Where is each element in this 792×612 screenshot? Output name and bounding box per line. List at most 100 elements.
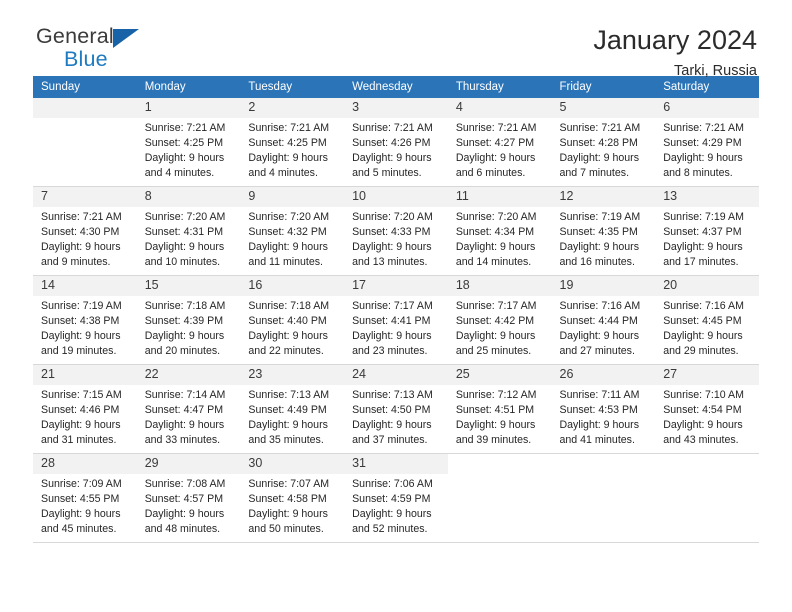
day-sun-info: Sunrise: 7:21 AM Sunset: 4:30 PM Daylight:… — [33, 207, 137, 270]
calendar-day-cell[interactable]: 16 Sunrise: 7:18 AM Sunset: 4:40 PM Dayligh… — [240, 275, 345, 365]
sunset-text: Sunset: 4:40 PM — [248, 314, 327, 327]
calendar-day-cell[interactable]: 28 Sunrise: 7:09 AM Sunset: 4:55 PM Dayligh… — [33, 453, 137, 543]
day-number: 12 — [551, 187, 656, 207]
calendar-day-cell[interactable]: 22 Sunrise: 7:14 AM Sunset: 4:47 PM Dayligh… — [136, 364, 241, 454]
day-sun-info: Sunrise: 7:16 AM Sunset: 4:44 PM Daylight:… — [552, 296, 656, 359]
sunset-text: Sunset: 4:46 PM — [41, 403, 120, 416]
sunset-text: Sunset: 4:33 PM — [352, 225, 431, 238]
day-sun-info: Sunrise: 7:19 AM Sunset: 4:37 PM Daylight:… — [655, 207, 759, 270]
calendar-day-cell[interactable]: 30 Sunrise: 7:07 AM Sunset: 4:58 PM Dayligh… — [240, 453, 345, 543]
sunrise-text: Sunrise: 7:14 AM — [144, 388, 226, 401]
sunset-text: Sunset: 4:55 PM — [41, 492, 120, 505]
calendar-day-cell[interactable]: 8 Sunrise: 7:20 AM Sunset: 4:31 PM Daylight… — [136, 186, 241, 276]
daylight-text: Daylight: 9 hours and 52 minutes. — [352, 507, 432, 535]
daylight-text: Daylight: 9 hours and 50 minutes. — [248, 507, 328, 535]
calendar-day-cell[interactable]: 12 Sunrise: 7:19 AM Sunset: 4:35 PM Dayligh… — [551, 186, 656, 276]
sunset-text: Sunset: 4:41 PM — [352, 314, 431, 327]
sunset-text: Sunset: 4:53 PM — [559, 403, 638, 416]
day-number: 3 — [344, 98, 448, 118]
sunrise-text: Sunrise: 7:18 AM — [248, 299, 330, 312]
calendar-day-cell[interactable]: 31 Sunrise: 7:06 AM Sunset: 4:59 PM Dayligh… — [344, 453, 448, 543]
calendar-table: Sunday Monday Tuesday Wednesday Thursday Frid… — [33, 76, 759, 543]
day-number: 7 — [33, 187, 137, 207]
calendar-day-cell[interactable]: 27 Sunrise: 7:10 AM Sunset: 4:54 PM Dayligh… — [655, 364, 759, 454]
calendar-day-cell[interactable]: 25 Sunrise: 7:12 AM Sunset: 4:51 PM Dayligh… — [447, 364, 552, 454]
page-header: General Blue January 2024 Tarki, Russia — [33, 0, 759, 79]
calendar-week-row: 7 Sunrise: 7:21 AM Sunset: 4:30 PM Daylight… — [33, 186, 759, 276]
day-sun-info: Sunrise: 7:20 AM Sunset: 4:33 PM Daylight:… — [344, 207, 448, 270]
day-number: 11 — [447, 187, 552, 207]
day-sun-info: Sunrise: 7:21 AM Sunset: 4:25 PM Daylight:… — [137, 118, 241, 181]
calendar-day-cell[interactable]: 7 Sunrise: 7:21 AM Sunset: 4:30 PM Daylight… — [33, 186, 137, 276]
calendar-day-cell[interactable]: 17 Sunrise: 7:17 AM Sunset: 4:41 PM Dayligh… — [344, 275, 448, 365]
sunrise-text: Sunrise: 7:19 AM — [559, 210, 641, 223]
daylight-text: Daylight: 9 hours and 9 minutes. — [41, 240, 121, 268]
calendar-day-cell[interactable]: 13 Sunrise: 7:19 AM Sunset: 4:37 PM Dayligh… — [655, 186, 759, 276]
calendar-day-cell[interactable]: 4 Sunrise: 7:21 AM Sunset: 4:27 PM Daylight… — [447, 98, 552, 187]
daylight-text: Daylight: 9 hours and 43 minutes. — [663, 418, 743, 446]
sunset-text: Sunset: 4:58 PM — [248, 492, 327, 505]
day-sun-info: Sunrise: 7:18 AM Sunset: 4:39 PM Daylight:… — [137, 296, 241, 359]
sunrise-text: Sunrise: 7:13 AM — [352, 388, 433, 401]
logo-triangle-icon — [113, 29, 139, 48]
calendar-day-cell[interactable]: 2 Sunrise: 7:21 AM Sunset: 4:25 PM Daylight… — [240, 98, 345, 187]
day-sun-info: Sunrise: 7:20 AM Sunset: 4:31 PM Daylight:… — [137, 207, 241, 270]
sunset-text: Sunset: 4:44 PM — [559, 314, 638, 327]
sunset-text: Sunset: 4:35 PM — [559, 225, 638, 238]
calendar-day-cell[interactable]: 5 Sunrise: 7:21 AM Sunset: 4:28 PM Daylight… — [551, 98, 656, 187]
calendar-day-cell[interactable]: 10 Sunrise: 7:20 AM Sunset: 4:33 PM Dayligh… — [344, 186, 448, 276]
sunrise-text: Sunrise: 7:21 AM — [663, 121, 744, 134]
weekday-header-wednesday: Wednesday — [344, 76, 448, 98]
calendar-day-cell[interactable]: 20 Sunrise: 7:16 AM Sunset: 4:45 PM Dayligh… — [655, 275, 759, 365]
sunset-text: Sunset: 4:25 PM — [144, 136, 224, 149]
sunset-text: Sunset: 4:38 PM — [41, 314, 120, 327]
calendar-day-cell[interactable]: 23 Sunrise: 7:13 AM Sunset: 4:49 PM Dayligh… — [240, 364, 345, 454]
weekday-header-thursday: Thursday — [447, 76, 552, 98]
calendar-day-cell[interactable]: 3 Sunrise: 7:21 AM Sunset: 4:26 PM Daylight… — [344, 98, 448, 187]
calendar-day-cell[interactable]: 26 Sunrise: 7:11 AM Sunset: 4:53 PM Dayligh… — [551, 364, 656, 454]
title-block: January 2024 Tarki, Russia — [593, 26, 759, 80]
calendar-day-cell[interactable]: 29 Sunrise: 7:08 AM Sunset: 4:57 PM Dayligh… — [136, 453, 241, 543]
calendar-day-cell[interactable]: 15 Sunrise: 7:18 AM Sunset: 4:39 PM Dayligh… — [136, 275, 241, 365]
sunset-text: Sunset: 4:30 PM — [41, 225, 120, 238]
daylight-text: Daylight: 9 hours and 6 minutes. — [455, 151, 536, 179]
daylight-text: Daylight: 9 hours and 17 minutes. — [663, 240, 743, 268]
day-number: 20 — [655, 276, 759, 296]
sunrise-text: Sunrise: 7:16 AM — [663, 299, 744, 312]
day-sun-info: Sunrise: 7:12 AM Sunset: 4:51 PM Daylight:… — [448, 385, 552, 448]
calendar-day-cell[interactable]: 18 Sunrise: 7:17 AM Sunset: 4:42 PM Dayligh… — [447, 275, 552, 365]
daylight-text: Daylight: 9 hours and 37 minutes. — [352, 418, 432, 446]
daylight-text: Daylight: 9 hours and 19 minutes. — [41, 329, 121, 357]
daylight-text: Daylight: 9 hours and 31 minutes. — [41, 418, 121, 446]
calendar-day-cell[interactable]: 1 Sunrise: 7:21 AM Sunset: 4:25 PM Daylight… — [136, 98, 241, 187]
calendar-week-row: 1 Sunrise: 7:21 AM Sunset: 4:25 PM Daylight… — [33, 98, 759, 187]
day-sun-info: Sunrise: 7:13 AM Sunset: 4:50 PM Daylight:… — [344, 385, 448, 448]
calendar-day-cell[interactable]: 19 Sunrise: 7:16 AM Sunset: 4:44 PM Dayligh… — [551, 275, 656, 365]
sunset-text: Sunset: 4:25 PM — [248, 136, 327, 149]
calendar-day-cell[interactable]: 24 Sunrise: 7:13 AM Sunset: 4:50 PM Dayligh… — [344, 364, 448, 454]
calendar-day-cell[interactable]: 9 Sunrise: 7:20 AM Sunset: 4:32 PM Daylight… — [240, 186, 345, 276]
sunset-text: Sunset: 4:47 PM — [144, 403, 224, 416]
calendar-day-cell[interactable]: 6 Sunrise: 7:21 AM Sunset: 4:29 PM Daylight… — [655, 98, 759, 187]
sunrise-text: Sunrise: 7:12 AM — [455, 388, 537, 401]
day-number: 10 — [344, 187, 448, 207]
daylight-text: Daylight: 9 hours and 14 minutes. — [455, 240, 536, 268]
calendar-day-cell[interactable]: 14 Sunrise: 7:19 AM Sunset: 4:38 PM Dayligh… — [33, 275, 137, 365]
daylight-text: Daylight: 9 hours and 29 minutes. — [663, 329, 743, 357]
daylight-text: Daylight: 9 hours and 13 minutes. — [352, 240, 432, 268]
day-number: 25 — [447, 365, 552, 385]
day-number: 13 — [655, 187, 759, 207]
sunrise-text: Sunrise: 7:20 AM — [352, 210, 433, 223]
day-number: 26 — [551, 365, 656, 385]
calendar-day-cell[interactable]: 21 Sunrise: 7:15 AM Sunset: 4:46 PM Dayligh… — [33, 364, 137, 454]
day-sun-info: Sunrise: 7:19 AM Sunset: 4:35 PM Daylight:… — [552, 207, 656, 270]
day-sun-info: Sunrise: 7:20 AM Sunset: 4:34 PM Daylight:… — [448, 207, 552, 270]
day-sun-info: Sunrise: 7:21 AM Sunset: 4:25 PM Daylight:… — [240, 118, 344, 181]
general-blue-logo[interactable]: General Blue — [33, 25, 139, 70]
daylight-text: Daylight: 9 hours and 16 minutes. — [559, 240, 640, 268]
day-number: 23 — [240, 365, 345, 385]
calendar-day-cell-empty — [447, 453, 552, 543]
day-sun-info: Sunrise: 7:08 AM Sunset: 4:57 PM Daylight:… — [137, 474, 241, 537]
calendar-day-cell[interactable]: 11 Sunrise: 7:20 AM Sunset: 4:34 PM Dayligh… — [447, 186, 552, 276]
day-number: 21 — [33, 365, 137, 385]
